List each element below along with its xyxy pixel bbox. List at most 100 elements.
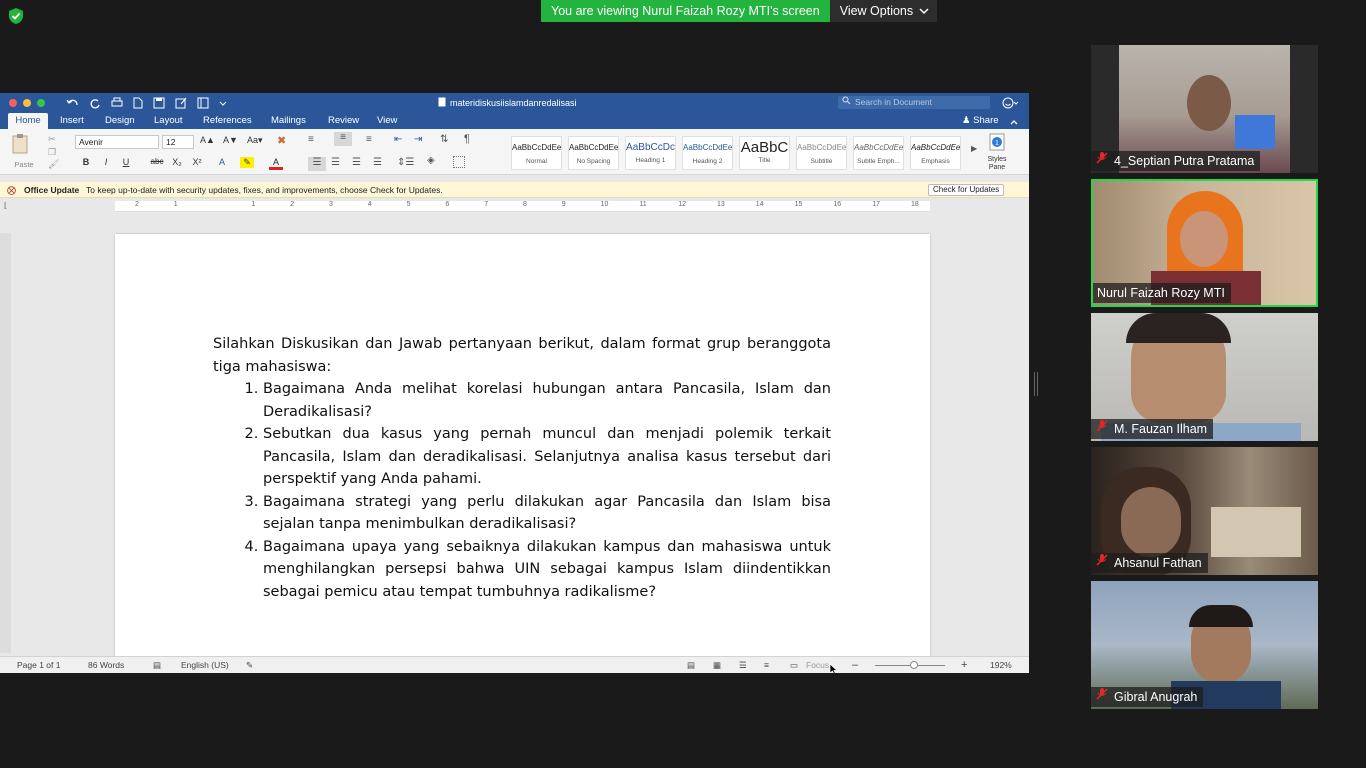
smiley-feedback-icon[interactable] [1002, 96, 1020, 114]
style-subtitle[interactable]: AaBbCcDdEe Subtitle [796, 136, 847, 170]
participant-tile-active-speaker[interactable]: Nurul Faizah Rozy MTI [1091, 179, 1318, 307]
underline-button[interactable]: U [119, 157, 133, 167]
shading-icon[interactable]: ◈ [427, 155, 435, 166]
document-body[interactable]: Silahkan Diskusikan dan Jawab pertanyaan… [213, 333, 831, 603]
align-center-icon[interactable]: ☰ [331, 157, 340, 168]
style-emphasis[interactable]: AaBbCcDdEe Emphasis [910, 136, 961, 170]
style-title[interactable]: AaBbC Title [739, 136, 790, 170]
text-effects-icon[interactable]: A [215, 157, 229, 167]
borders-icon[interactable] [453, 156, 465, 168]
superscript-button[interactable]: X² [190, 157, 204, 167]
style-no-spacing[interactable]: AaBbCcDdEe No Spacing [568, 136, 619, 170]
grow-font-button[interactable]: A▲ [200, 135, 215, 145]
proofing-icon[interactable]: ▤ [153, 657, 161, 673]
page-count[interactable]: Page 1 of 1 [17, 657, 60, 673]
zoom-in-button[interactable]: + [961, 657, 967, 673]
vertical-ruler[interactable] [0, 233, 11, 653]
paste-button[interactable]: Paste [10, 133, 38, 169]
shrink-font-button[interactable]: A▼ [223, 135, 238, 145]
maximize-window-button[interactable] [37, 99, 45, 107]
cut-icon[interactable]: ✂ [48, 134, 56, 145]
multilevel-list-icon[interactable]: ≡ [366, 134, 372, 145]
participant-tile[interactable]: Ahsanul Fathan [1091, 447, 1318, 575]
web-layout-icon[interactable]: ▦ [713, 657, 721, 673]
line-spacing-icon[interactable]: ⇕☰ [397, 157, 414, 168]
tab-view[interactable]: View [377, 113, 397, 129]
highlight-icon[interactable]: ✎ [240, 157, 254, 168]
decrease-indent-icon[interactable]: ⇤ [394, 134, 402, 145]
print-icon[interactable] [111, 96, 123, 114]
numbering-icon[interactable]: ≡ [334, 132, 352, 146]
font-size-select[interactable]: 12 [162, 135, 194, 149]
share-button[interactable]: ♟ Share [962, 113, 999, 129]
bullets-icon[interactable]: ≡ [308, 134, 314, 145]
tab-home[interactable]: Home [8, 113, 48, 129]
customize-toolbar-icon[interactable] [219, 96, 227, 114]
tab-layout[interactable]: Layout [154, 113, 183, 129]
view-options-button[interactable]: View Options [829, 0, 938, 22]
dismiss-update-icon[interactable]: ⨂ [7, 182, 16, 198]
search-in-document-field[interactable]: Search in Document [838, 96, 990, 109]
person-icon: ♟ [962, 115, 971, 126]
tab-selector-icon[interactable]: ⌊ [4, 201, 7, 210]
sort-icon[interactable]: ⇅ [440, 134, 448, 145]
tab-design[interactable]: Design [105, 113, 135, 129]
undo-icon[interactable] [66, 96, 79, 114]
panel-resize-handle[interactable] [1034, 372, 1038, 396]
focus-label[interactable]: Focus [806, 657, 829, 673]
draft-view-icon[interactable]: ≡ [764, 657, 769, 673]
close-window-button[interactable] [9, 99, 17, 107]
style-normal[interactable]: AaBbCcDdEe Normal [511, 136, 562, 170]
check-for-updates-button[interactable]: Check for Updates [928, 184, 1005, 196]
bold-button[interactable]: B [79, 157, 93, 167]
style-heading-1[interactable]: AaBbCcDc Heading 1 [625, 136, 676, 170]
zoom-out-button[interactable]: – [852, 657, 858, 673]
font-color-icon[interactable]: A [269, 157, 283, 170]
increase-indent-icon[interactable]: ⇥ [414, 134, 422, 145]
clear-formatting-icon[interactable]: ✖ [277, 134, 286, 147]
subscript-button[interactable]: X₂ [170, 157, 184, 167]
horizontal-ruler[interactable]: 2 1 1 2 3 4 5 6 7 8 9 10 11 12 13 14 15 16 17 18 [115, 201, 930, 212]
minimize-window-button[interactable] [23, 99, 31, 107]
layout-icon[interactable] [197, 96, 209, 114]
language[interactable]: English (US) [181, 657, 229, 673]
new-document-icon[interactable] [133, 96, 143, 114]
italic-button[interactable]: I [99, 157, 113, 167]
focus-mode-icon[interactable]: ▭ [790, 657, 798, 673]
participant-tile[interactable]: M. Fauzan Ilham [1091, 313, 1318, 441]
security-shield-icon[interactable] [7, 7, 25, 25]
outline-view-icon[interactable]: ☰ [739, 657, 747, 673]
style-subtle-emphasis[interactable]: AaBbCcDdEe Subtle Emph... [853, 136, 904, 170]
font-size-value: 12 [166, 137, 176, 147]
track-changes-icon[interactable]: ✎ [246, 657, 253, 673]
align-right-icon[interactable]: ☰ [352, 157, 361, 168]
tab-insert[interactable]: Insert [60, 113, 84, 129]
tab-mailings[interactable]: Mailings [271, 113, 306, 129]
style-label: No Spacing [576, 158, 611, 165]
redo-icon[interactable] [89, 96, 101, 114]
zoom-percentage[interactable]: 192% [990, 657, 1012, 673]
styles-pane-label: Styles Pane [987, 156, 1007, 171]
align-left-icon[interactable]: ☰ [308, 157, 326, 171]
copy-icon[interactable]: ❐ [48, 147, 56, 158]
participant-tile[interactable]: 4_Septian Putra Pratama [1091, 45, 1318, 173]
print-layout-icon[interactable]: ▤ [687, 657, 695, 673]
strikethrough-button[interactable]: abc [146, 157, 168, 166]
zoom-slider-thumb[interactable] [909, 661, 918, 669]
document-page[interactable]: Silahkan Diskusikan dan Jawab pertanyaan… [115, 234, 930, 659]
save-icon[interactable] [153, 96, 165, 114]
ruler-number: 11 [639, 201, 647, 208]
font-name-select[interactable]: Avenir [75, 135, 159, 149]
tab-review[interactable]: Review [328, 113, 359, 129]
justify-icon[interactable]: ☰ [373, 157, 382, 168]
change-case-button[interactable]: Aa▾ [247, 135, 263, 146]
format-painter-icon[interactable]: 🖌 [48, 159, 59, 170]
word-count[interactable]: 86 Words [88, 657, 124, 673]
styles-more-arrow-icon[interactable]: ▶ [971, 144, 977, 153]
participant-tile[interactable]: Gibral Anugrah [1091, 581, 1318, 709]
edit-icon[interactable] [175, 96, 187, 114]
tab-references[interactable]: References [203, 113, 252, 129]
styles-pane-button[interactable]: 1 Styles Pane [984, 133, 1010, 172]
paragraph-marks-icon[interactable]: ¶ [464, 133, 470, 145]
style-heading-2[interactable]: AaBbCcDdEe Heading 2 [682, 136, 733, 170]
